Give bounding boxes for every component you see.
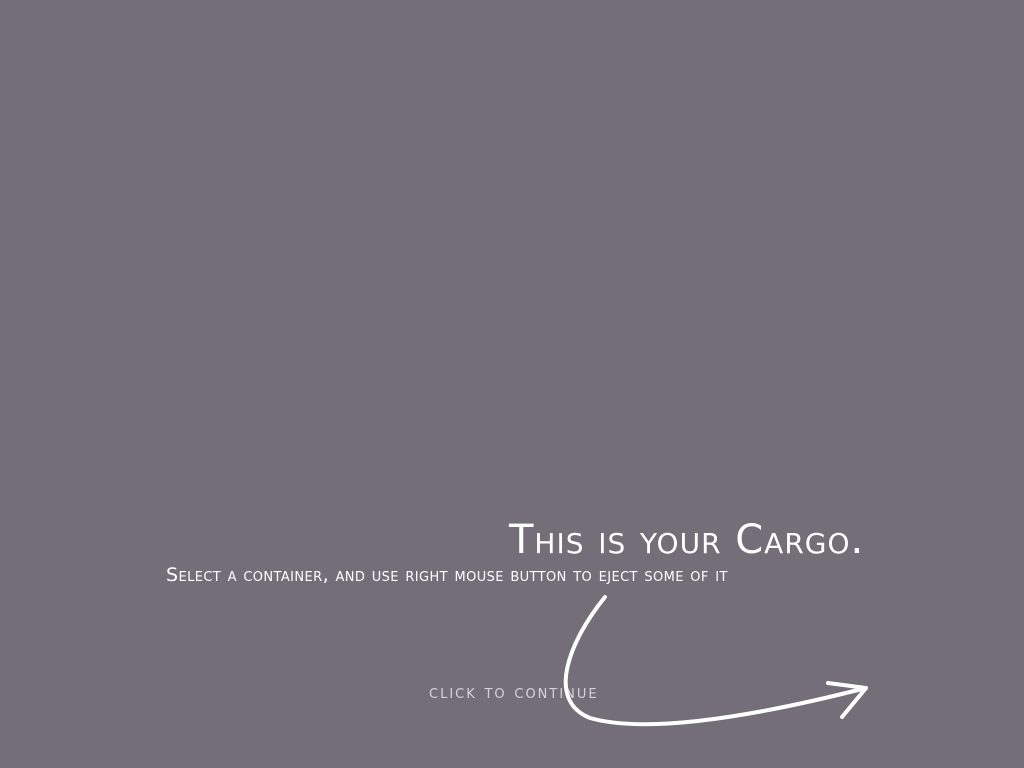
curved-arrow-right-icon [563,595,868,727]
tutorial-title: This is your Cargo. [509,517,865,563]
tutorial-instruction: Select a container, and use right mouse … [166,564,728,586]
tutorial-overlay[interactable]: This is your Cargo. Select a container, … [0,0,1024,768]
continue-prompt[interactable]: click to continue [429,680,599,706]
